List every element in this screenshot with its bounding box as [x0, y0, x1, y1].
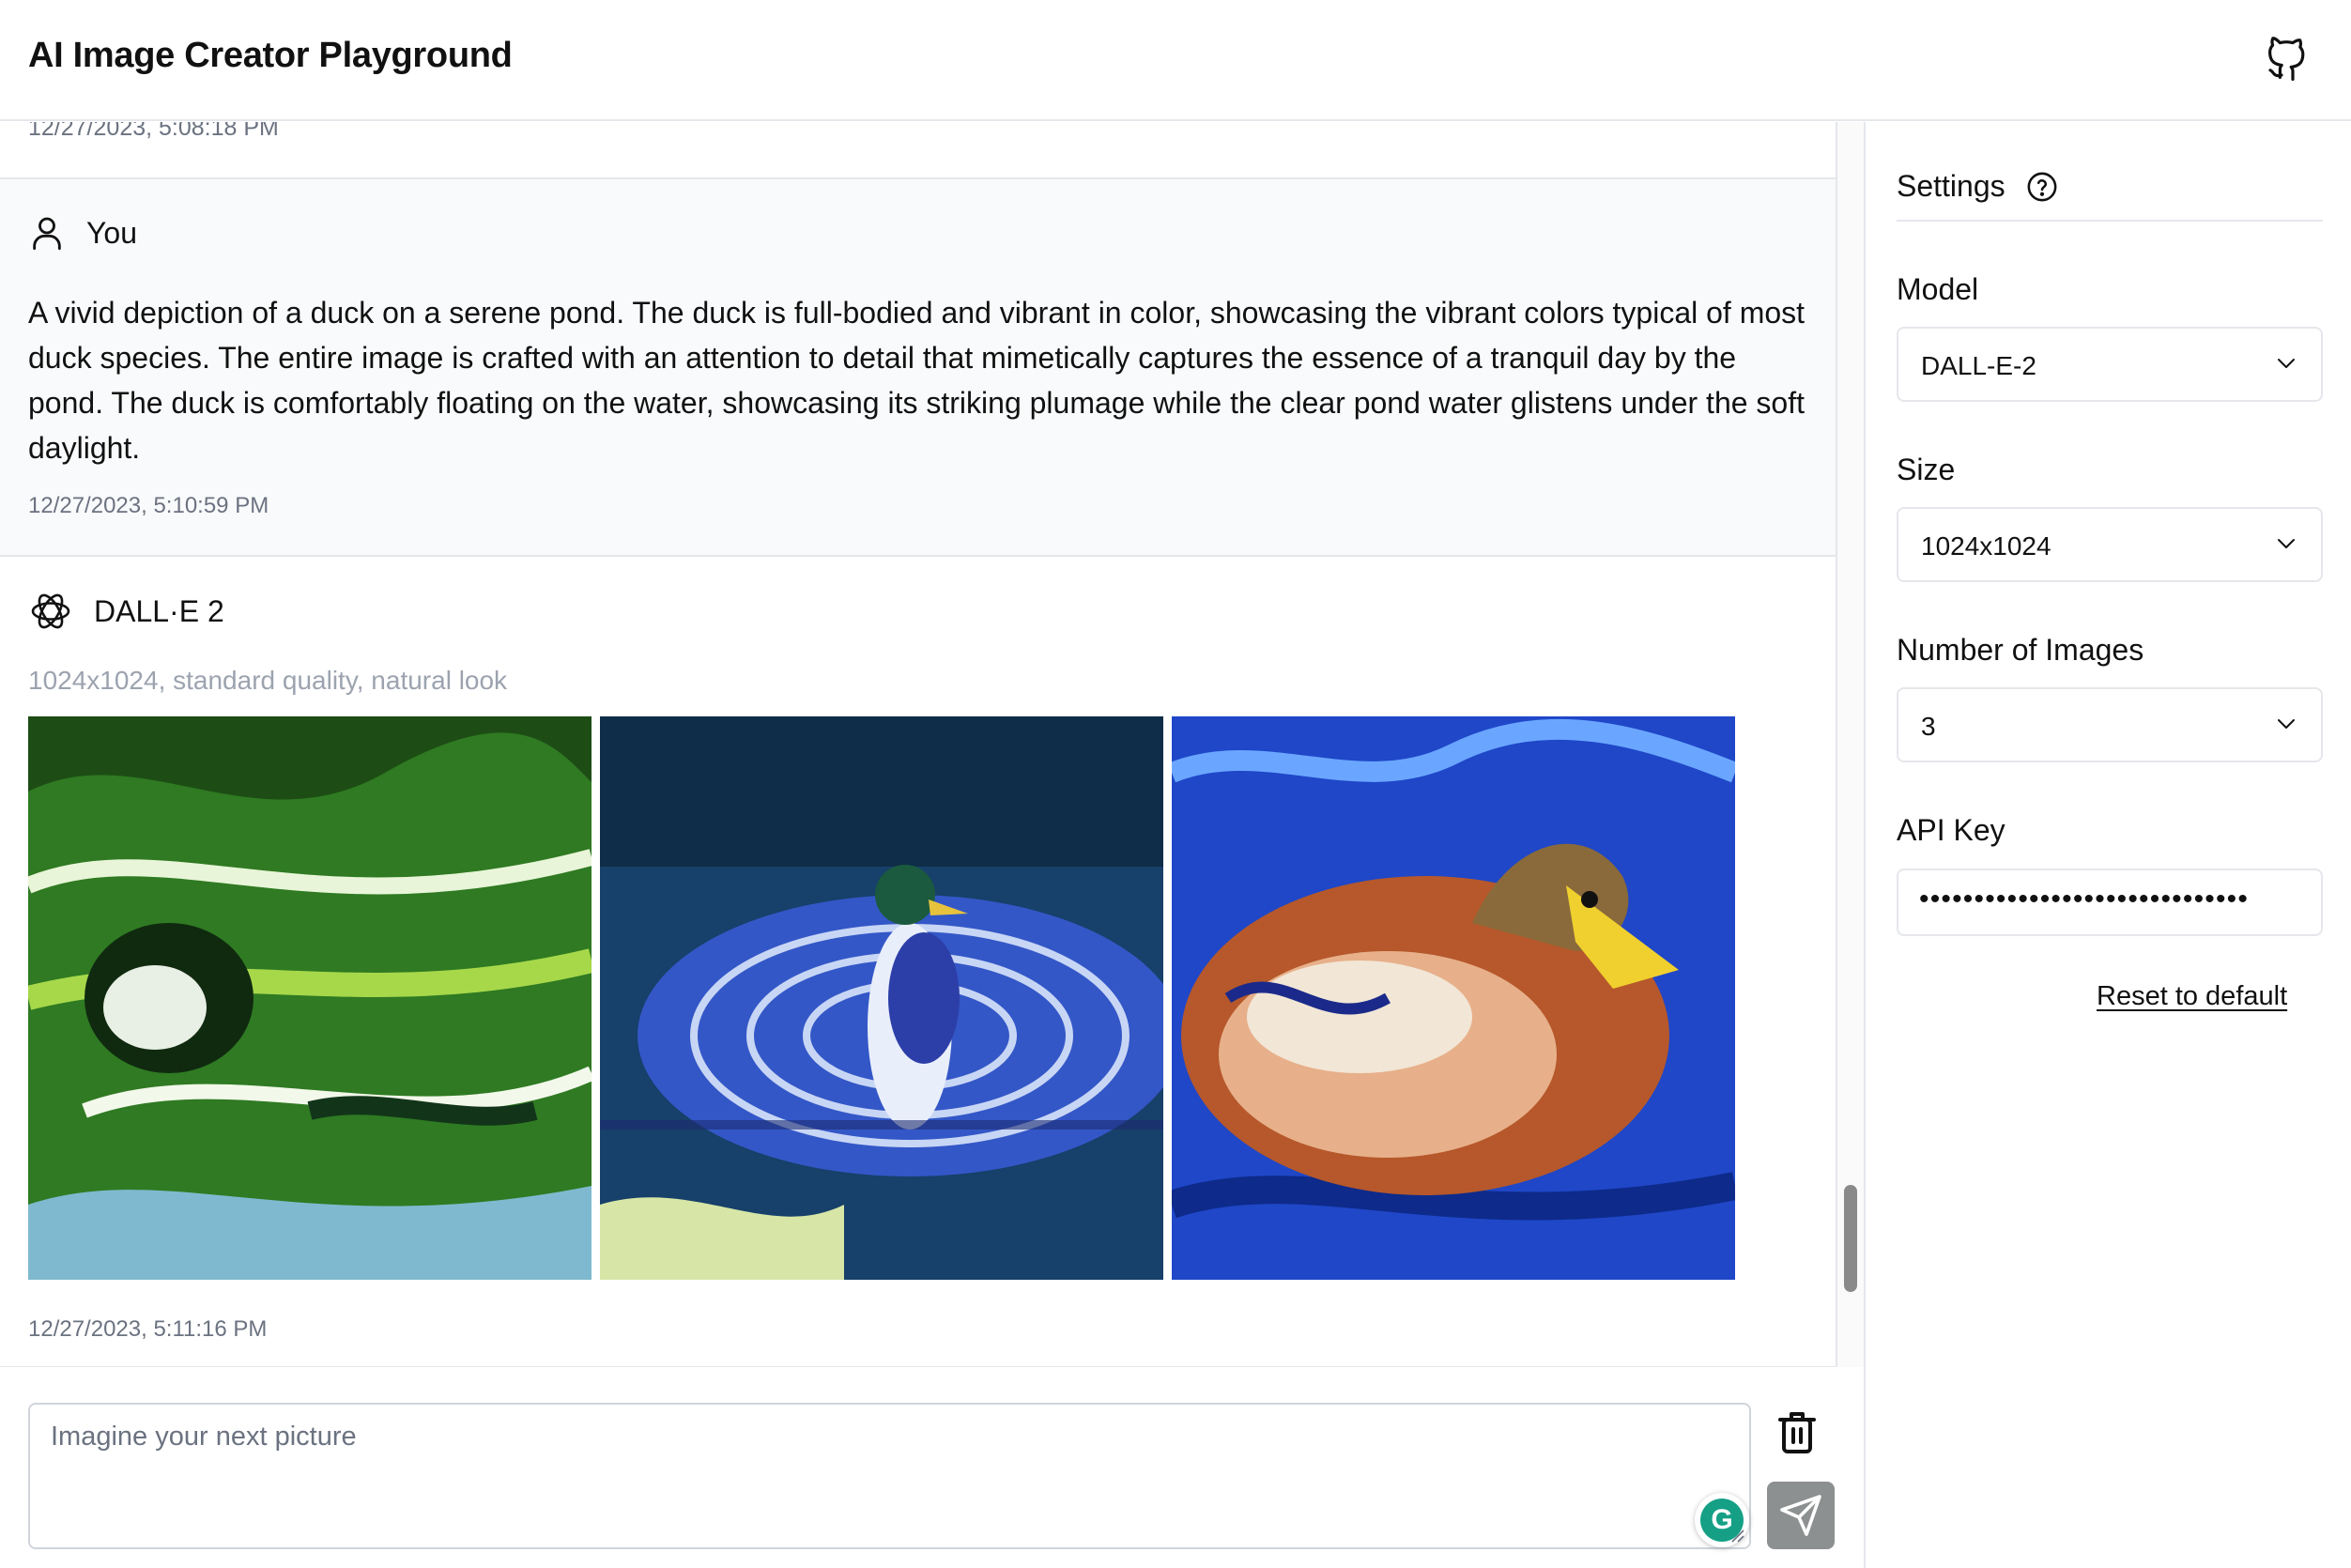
- app-title: AI Image Creator Playground: [28, 36, 513, 75]
- size-label: Size: [1897, 453, 1956, 486]
- chevron-down-icon: [2278, 719, 2295, 729]
- scrollbar-thumb[interactable]: [1844, 1185, 1857, 1292]
- prompt-input[interactable]: [51, 1422, 1647, 1525]
- settings-panel: Settings Model DALL-E-2 Size 1024x1024 N…: [1866, 122, 2351, 1568]
- chevron-down-icon: [2278, 359, 2295, 368]
- chat-history[interactable]: 12/27/2023, 5:08:18 PM You A vivid depic…: [0, 122, 1837, 1367]
- chevron-down-icon: [2278, 539, 2295, 548]
- model-select[interactable]: DALL-E-2: [1897, 327, 2323, 402]
- composer: G: [0, 1367, 1866, 1568]
- settings-title: Settings: [1897, 169, 2005, 203]
- chat-scrollbar[interactable]: [1837, 122, 1866, 1367]
- api-key-input[interactable]: ••••••••••••••••••••••••••••••: [1897, 869, 2323, 936]
- message-timestamp: 12/27/2023, 5:08:18 PM: [28, 122, 279, 141]
- reset-to-default-button[interactable]: Reset to default: [2097, 981, 2287, 1012]
- model-label: Model: [1897, 272, 1979, 306]
- message-author: DALL·E 2: [28, 589, 224, 634]
- generation-settings: 1024x1024, standard quality, natural loo…: [28, 666, 508, 695]
- author-name: DALL·E 2: [94, 593, 224, 628]
- generated-image-3[interactable]: [1172, 716, 1735, 1280]
- message-timestamp: 12/27/2023, 5:10:59 PM: [28, 493, 269, 518]
- generated-image-1[interactable]: [28, 716, 592, 1280]
- num-images-select-value: 3: [1921, 712, 1936, 741]
- api-key-value: ••••••••••••••••••••••••••••••: [1919, 884, 2250, 915]
- trash-icon: [1778, 1412, 1816, 1453]
- help-icon[interactable]: [2026, 171, 2058, 203]
- message-text: A vivid depiction of a duck on a serene …: [28, 296, 1806, 465]
- github-link[interactable]: [2265, 32, 2310, 81]
- size-select[interactable]: 1024x1024: [1897, 507, 2323, 582]
- user-icon: [33, 217, 61, 251]
- send-button[interactable]: [1767, 1482, 1835, 1549]
- message-timestamp: 12/27/2023, 5:11:16 PM: [28, 1316, 268, 1342]
- author-name: You: [86, 215, 137, 250]
- size-select-value: 1024x1024: [1921, 531, 2051, 561]
- num-images-select[interactable]: 3: [1897, 687, 2323, 762]
- num-images-label: Number of Images: [1897, 633, 2144, 667]
- model-select-value: DALL-E-2: [1921, 351, 2036, 380]
- send-icon: [1780, 1495, 1821, 1536]
- resize-handle-icon[interactable]: [1729, 1527, 1745, 1544]
- prompt-box: G: [28, 1403, 1751, 1549]
- settings-header: Settings: [1897, 169, 2323, 222]
- openai-logo-icon: [31, 593, 70, 629]
- user-message: You A vivid depiction of a duck on a ser…: [0, 177, 1836, 557]
- clear-chat-button[interactable]: [1776, 1408, 1818, 1457]
- message-author: You: [28, 213, 137, 253]
- github-icon: [2268, 37, 2305, 81]
- app-header: AI Image Creator Playground: [0, 0, 2351, 121]
- assistant-message: DALL·E 2 1024x1024, standard quality, na…: [0, 557, 1836, 1367]
- image-grid: [28, 716, 1735, 1280]
- api-key-label: API Key: [1897, 813, 2005, 847]
- generated-image-2[interactable]: [600, 716, 1163, 1280]
